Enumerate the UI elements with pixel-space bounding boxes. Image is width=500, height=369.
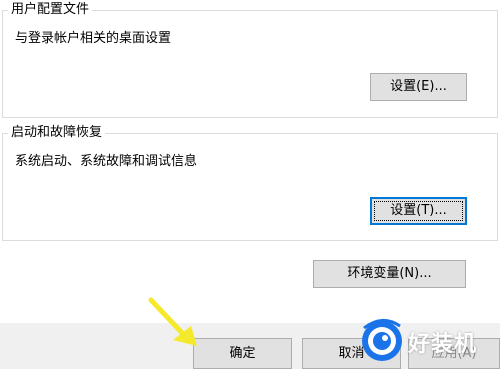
focus-ring [374, 201, 463, 221]
watermark-text: 好装机 [408, 332, 478, 357]
user-profiles-settings-button[interactable]: 设置(E)... [370, 73, 467, 101]
user-profiles-group: 用户配置文件 与登录帐户相关的桌面设置 [2, 1, 498, 118]
startup-recovery-settings-button[interactable]: 设置(T)... [370, 197, 467, 225]
startup-recovery-description: 系统启动、系统故障和调试信息 [15, 154, 198, 169]
pointer-arrow-icon [148, 297, 197, 346]
watermark-logo: 好装机 [360, 318, 500, 364]
user-profiles-description: 与登录帐户相关的桌面设置 [15, 31, 172, 46]
startup-recovery-title: 启动和故障恢复 [8, 124, 106, 142]
environment-variables-button[interactable]: 环境变量(N)... [313, 260, 466, 288]
ok-button[interactable]: 确定 [193, 338, 292, 369]
user-profiles-title: 用户配置文件 [8, 1, 93, 19]
watermark-badge-icon [362, 319, 402, 361]
system-properties-advanced-panel: 用户配置文件 与登录帐户相关的桌面设置 设置(E)... 启动和故障恢复 系统启… [0, 0, 500, 369]
